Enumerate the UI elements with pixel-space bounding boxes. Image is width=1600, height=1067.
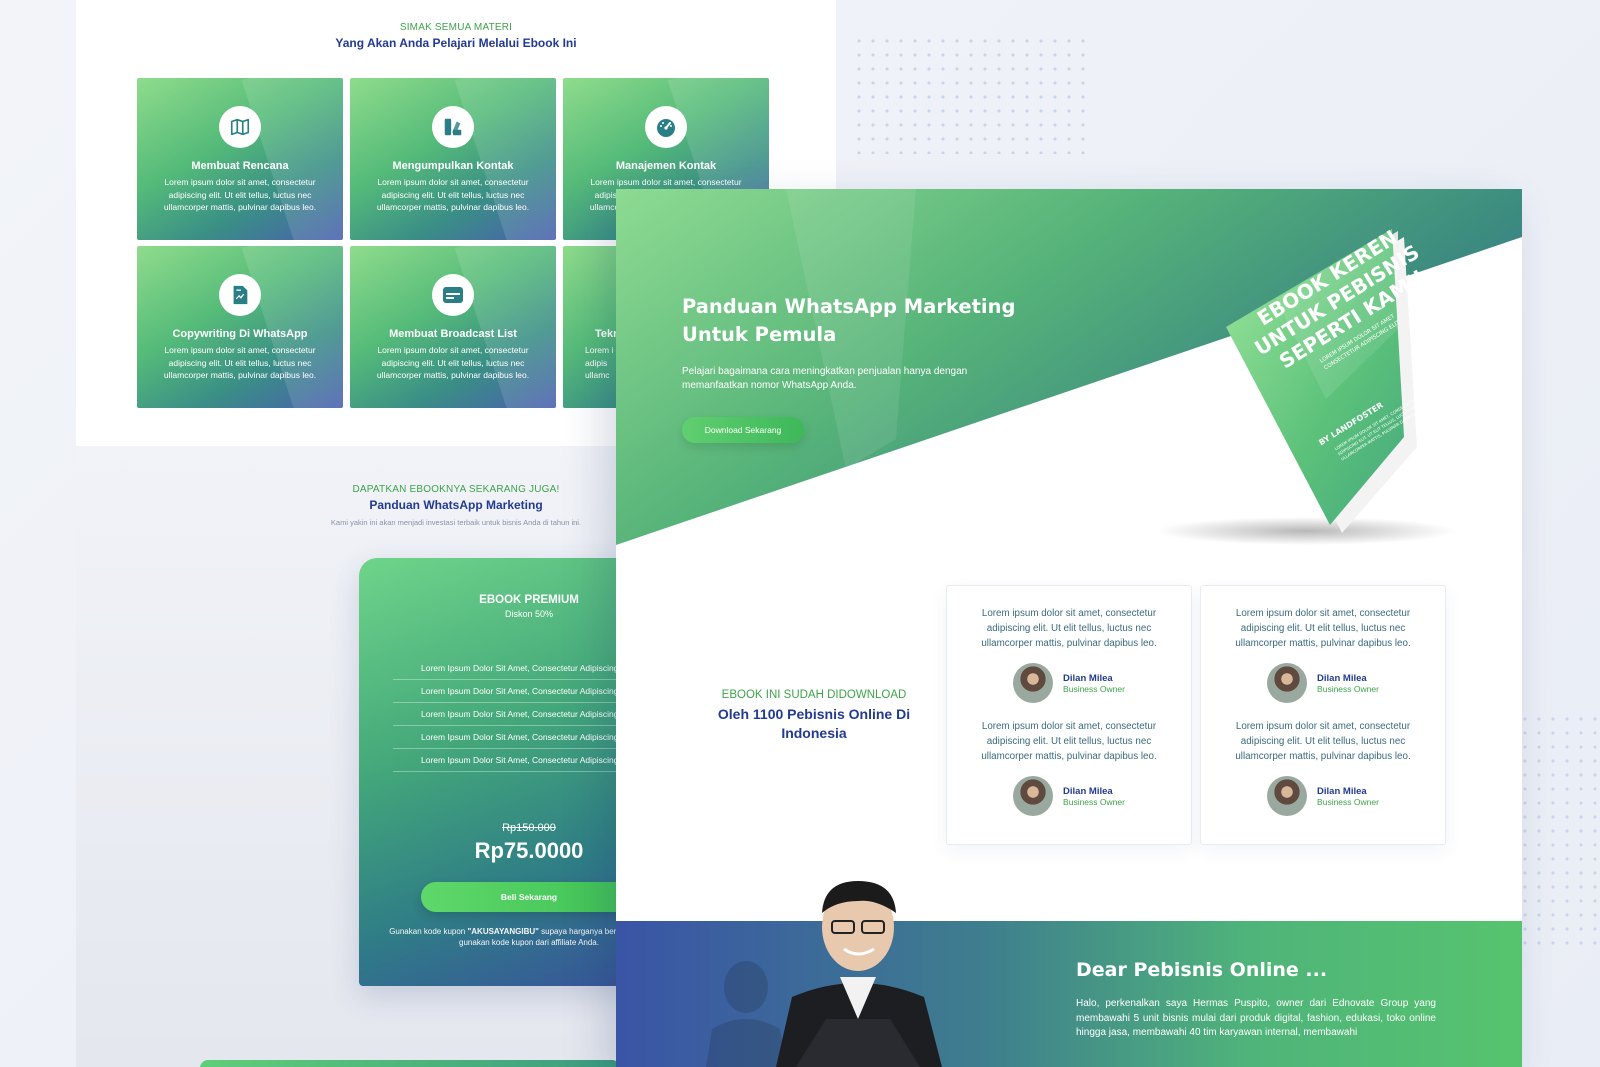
hero-title: Panduan WhatsApp Marketing Untuk Pemula — [682, 295, 1016, 346]
coupon-note-before: Gunakan kode kupon — [389, 927, 468, 936]
materials-title: Yang Akan Anda Pelajari Melalui Ebook In… — [335, 36, 577, 50]
material-card-title: Manajemen Kontak — [615, 160, 717, 172]
author-role: Business Owner — [1317, 683, 1379, 694]
coupon-code: "AKUSAYANGIBU" — [467, 927, 539, 936]
swatch-icon — [432, 106, 474, 148]
download-button[interactable]: Download Sekarang — [682, 417, 804, 443]
material-card-desc: Lorem ipsum dolor sit amet, consectetur … — [163, 177, 317, 212]
author-name: Dilan Milea — [1317, 672, 1367, 684]
gauge-icon — [645, 106, 687, 148]
material-card-desc: Lorem ipsum dolor sit amet, consectetur … — [163, 345, 317, 380]
author-role: Business Owner — [1063, 683, 1125, 694]
next-section-peek — [200, 1060, 620, 1067]
testimonial-quote: Lorem ipsum dolor sit amet, consectetur … — [1235, 721, 1411, 762]
author-role: Business Owner — [1063, 796, 1125, 807]
dot-pattern-right — [1518, 712, 1598, 952]
buy-now-button[interactable]: Beli Sekarang — [421, 882, 637, 912]
downloads-title: Oleh 1100 Pebisnis Online Di Indonesia — [717, 706, 911, 741]
material-card-title: Membuat Rencana — [191, 160, 289, 172]
right-page-mockup: Panduan WhatsApp Marketing Untuk Pemula … — [616, 189, 1522, 1067]
intro-body: Halo, perkenalkan saya Hermas Puspito, o… — [1076, 998, 1436, 1038]
material-card[interactable]: Membuat Rencana Lorem ipsum dolor sit am… — [137, 78, 343, 240]
map-icon — [219, 106, 261, 148]
testimonial-author: Dilan Milea Business Owner — [1201, 776, 1445, 816]
document-icon — [219, 274, 261, 316]
testimonial-author: Dilan Milea Business Owner — [1201, 663, 1445, 703]
presenter-photo — [706, 881, 942, 1067]
testimonial-card: Lorem ipsum dolor sit amet, consectetur … — [1200, 585, 1446, 845]
materials-eyebrow: SIMAK SEMUA MATERI — [399, 22, 513, 33]
ebook-cover-image: EBOOK KEREN UNTUK PEBISNIS SEPERTI KAMU … — [1156, 225, 1456, 545]
dot-pattern-top — [852, 34, 1092, 154]
material-card[interactable]: Copywriting Di WhatsApp Lorem ipsum dolo… — [137, 246, 343, 408]
material-card[interactable]: Membuat Broadcast List Lorem ipsum dolor… — [350, 246, 556, 408]
testimonial-quote: Lorem ipsum dolor sit amet, consectetur … — [1235, 608, 1411, 649]
testimonial-author: Dilan Milea Business Owner — [947, 776, 1191, 816]
downloads-eyebrow: EBOOK INI SUDAH DIDOWNLOAD — [721, 689, 907, 701]
author-name: Dilan Milea — [1317, 785, 1367, 797]
intro-title: Dear Pebisnis Online ... — [1076, 959, 1328, 981]
avatar — [1013, 776, 1054, 816]
material-card-desc: Lorem ipsum dolor sit amet, consectetur … — [376, 177, 530, 212]
author-name: Dilan Milea — [1063, 672, 1113, 684]
material-card-title: Membuat Broadcast List — [389, 328, 517, 340]
material-card-desc: Lorem ipsum dolor sit amet, consectetur … — [376, 345, 530, 380]
testimonial-quote: Lorem ipsum dolor sit amet, consectetur … — [981, 721, 1157, 762]
testimonial-quote: Lorem ipsum dolor sit amet, consectetur … — [981, 608, 1157, 649]
author-name: Dilan Milea — [1063, 785, 1113, 797]
author-role: Business Owner — [1317, 796, 1379, 807]
material-card-title: Mengumpulkan Kontak — [392, 160, 514, 172]
card-icon — [432, 274, 474, 316]
hero-description: Pelajari bagaimana cara meningkatkan pen… — [682, 366, 968, 391]
avatar — [1013, 663, 1054, 703]
material-card[interactable]: Mengumpulkan Kontak Lorem ipsum dolor si… — [350, 78, 556, 240]
testimonial-card: Lorem ipsum dolor sit amet, consectetur … — [946, 585, 1192, 845]
avatar — [1267, 776, 1308, 816]
avatar — [1267, 663, 1308, 703]
testimonial-author: Dilan Milea Business Owner — [947, 663, 1191, 703]
material-card-title: Copywriting Di WhatsApp — [172, 328, 308, 340]
